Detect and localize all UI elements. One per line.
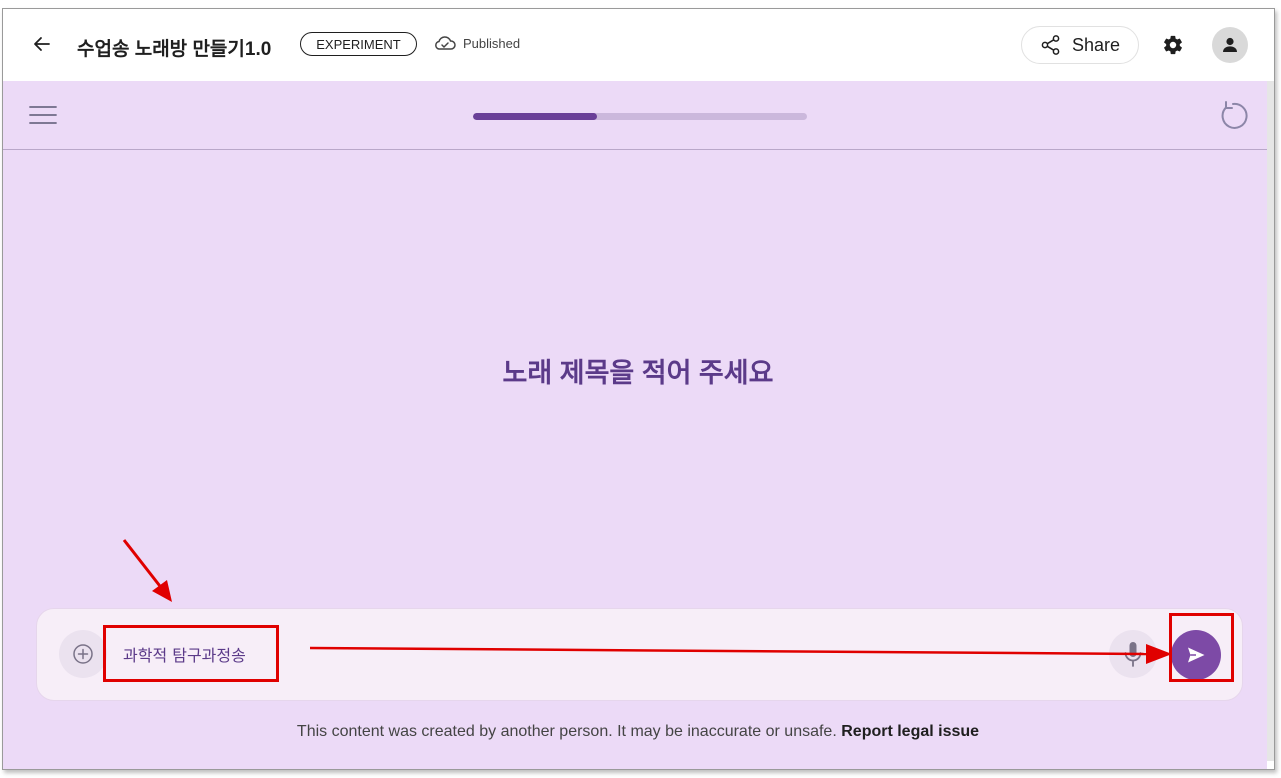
annotation-box-input [103, 625, 279, 682]
voice-input-button[interactable] [1109, 630, 1157, 678]
menu-button[interactable] [27, 103, 59, 127]
progress-bar [473, 113, 807, 120]
annotation-box-send [1169, 613, 1234, 682]
experiment-badge: EXPERIMENT [300, 32, 417, 56]
gear-icon [1164, 35, 1182, 55]
back-button[interactable] [29, 31, 55, 57]
back-arrow-icon [34, 37, 50, 51]
refresh-icon [1221, 101, 1248, 129]
app-header [3, 81, 1267, 150]
share-button[interactable]: Share [1021, 26, 1139, 64]
progress-fill [473, 113, 597, 120]
disclaimer-text: This content was created by another pers… [296, 723, 837, 740]
avatar[interactable] [1212, 27, 1248, 63]
hamburger-menu-icon [29, 106, 57, 124]
scrollbar-track[interactable] [1267, 81, 1274, 761]
cloud-check-icon [435, 36, 456, 50]
content-disclaimer: This content was created by another pers… [3, 723, 1273, 741]
person-icon [1223, 37, 1237, 52]
top-bar: 수업송 노래방 만들기1.0 EXPERIMENT Published Shar… [3, 9, 1274, 81]
published-status: Published [433, 35, 520, 51]
app-title: 수업송 노래방 만들기1.0 [77, 39, 272, 60]
report-legal-issue-link[interactable]: Report legal issue [841, 723, 979, 740]
microphone-icon [1124, 642, 1142, 667]
share-label: Share [1071, 34, 1121, 55]
published-label: Published [463, 35, 521, 51]
settings-button[interactable] [1159, 31, 1187, 59]
prompt-title: 노래 제목을 적어 주세요 [502, 358, 774, 388]
add-attachment-button[interactable] [59, 630, 107, 678]
add-circle-icon [73, 644, 93, 664]
share-icon [1041, 35, 1060, 55]
restart-button[interactable] [1215, 98, 1251, 134]
